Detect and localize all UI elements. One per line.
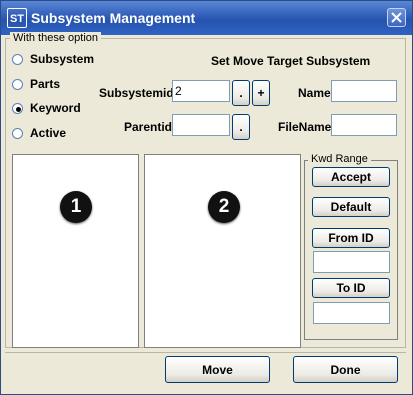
kwd-range-legend: Kwd Range bbox=[308, 153, 371, 165]
name-input[interactable] bbox=[331, 80, 397, 102]
subsystemid-browse-button[interactable]: . bbox=[232, 80, 250, 106]
radio-circle[interactable] bbox=[12, 54, 23, 65]
filename-label: FileName bbox=[278, 120, 332, 134]
radio-subsystem-label: Subsystem bbox=[30, 52, 95, 66]
footer-divider bbox=[5, 352, 406, 353]
subsystemid-label: Subsystemid bbox=[99, 86, 174, 100]
parentid-label: Parentid bbox=[124, 120, 173, 134]
accept-button[interactable]: Accept bbox=[312, 167, 390, 187]
close-button[interactable] bbox=[387, 8, 406, 27]
radio-selected-dot bbox=[16, 107, 21, 112]
from-id-input[interactable] bbox=[313, 251, 390, 273]
window-title: Subsystem Management bbox=[31, 10, 196, 26]
from-id-button[interactable]: From ID bbox=[312, 228, 390, 248]
move-button[interactable]: Move bbox=[165, 356, 270, 383]
parentid-input[interactable] bbox=[172, 114, 230, 136]
filename-input[interactable] bbox=[331, 114, 397, 136]
done-button[interactable]: Done bbox=[293, 356, 398, 383]
radio-parts-label: Parts bbox=[30, 77, 61, 91]
to-id-button[interactable]: To ID bbox=[312, 278, 390, 298]
panel-2[interactable]: 2 bbox=[144, 154, 301, 348]
radio-active-label: Active bbox=[30, 126, 67, 140]
name-label: Name bbox=[298, 86, 331, 100]
title-bar[interactable]: ST Subsystem Management bbox=[1, 1, 412, 35]
radio-circle[interactable] bbox=[12, 79, 23, 90]
default-button[interactable]: Default bbox=[312, 197, 390, 217]
to-id-input[interactable] bbox=[313, 302, 390, 324]
move-target-heading: Set Move Target Subsystem bbox=[211, 54, 371, 68]
parentid-browse-button[interactable]: . bbox=[232, 114, 250, 140]
subsystemid-input[interactable] bbox=[172, 80, 230, 102]
app-logo-icon: ST bbox=[7, 8, 27, 28]
radio-circle[interactable] bbox=[12, 128, 23, 139]
panel-1[interactable]: 1 bbox=[12, 154, 139, 348]
add-subsystem-button[interactable]: + bbox=[252, 80, 270, 106]
number-2-badge: 2 bbox=[208, 191, 240, 223]
options-group-legend: With these option bbox=[10, 32, 101, 44]
close-icon bbox=[391, 12, 402, 23]
radio-keyword-label: Keyword bbox=[30, 101, 81, 115]
radio-circle[interactable] bbox=[12, 103, 23, 114]
number-1-badge: 1 bbox=[60, 191, 92, 223]
